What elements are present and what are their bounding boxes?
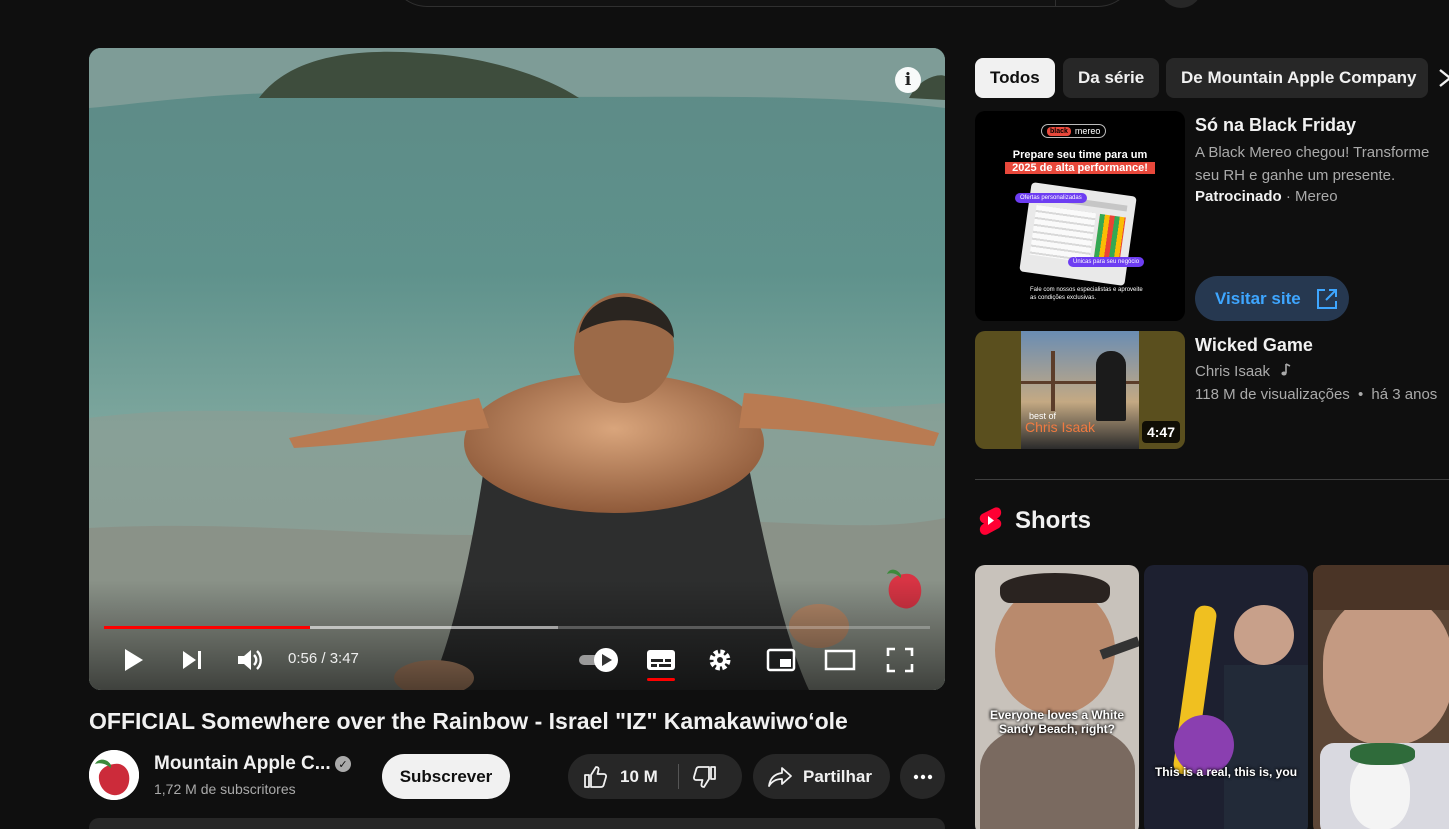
shorts-header: Shorts [977,506,1091,536]
ad-meta: Patrocinado · Mereo [1195,188,1338,205]
album-big-text: Chris Isaak [1025,419,1096,435]
short-caption: This is a real, this is, you [1154,765,1298,779]
shorts-title: Shorts [1015,507,1092,534]
info-icon[interactable]: i [895,67,921,93]
captions-icon [647,650,675,670]
video-title: OFFICIAL Somewhere over the Rainbow - Is… [89,708,848,734]
dislike-button[interactable] [692,754,718,799]
short-thumbnail-image [995,585,1115,715]
like-separator [678,764,679,789]
theater-button[interactable] [822,643,858,677]
recommended-channel-name: Chris Isaak [1195,363,1271,380]
shorts-logo-icon [979,507,1002,535]
ad-footer: Fale com nossos especialistas e aproveit… [1030,287,1143,301]
subscribe-button[interactable]: Subscrever [382,754,510,799]
description-box[interactable] [89,818,945,829]
fullscreen-button[interactable] [882,643,918,677]
miniplayer-button[interactable] [763,643,799,677]
ad-brand-badge: black [1047,126,1071,136]
ad-headline-2: 2025 de alta performance! [1005,162,1155,174]
ad-thumbnail[interactable]: black mereo Prepare seu time para um 202… [975,111,1185,321]
play-icon [125,649,143,671]
like-button[interactable]: 10 M [582,754,658,799]
time-display: 0:56 / 3:47 [288,650,359,667]
ad-title[interactable]: Só na Black Friday [1195,115,1356,136]
video-player[interactable]: i 0:56 / 3:47 [89,48,945,690]
chip-series[interactable]: Da série [1063,58,1160,98]
visit-site-button[interactable]: Visitar site [1195,276,1349,321]
ad-description: A Black Mereo chegou! Transforme seu RH … [1195,144,1430,184]
chevron-right-icon[interactable] [1436,66,1449,90]
like-dislike-group: 10 M [568,754,742,799]
progress-bar[interactable] [104,626,930,629]
short-card[interactable]: This is a real, this is, you [1144,565,1308,829]
section-divider [975,479,1449,480]
short-card[interactable]: Everyone loves a White Sandy Beach, righ… [975,565,1139,829]
recommended-title[interactable]: Wicked Game [1195,335,1313,356]
next-button[interactable] [174,643,210,677]
thumbs-up-icon [584,765,608,788]
autoplay-toggle[interactable] [575,643,623,677]
share-icon [768,766,792,787]
album-cover-image: best of Chris Isaak [1021,331,1139,449]
advertiser-name: Mereo [1295,188,1338,205]
volume-icon [238,650,262,670]
autoplay-toggle-icon [579,648,618,672]
short-thumbnail-image [1234,605,1294,665]
avatar[interactable] [89,750,139,800]
ad-brand: mereo [1074,126,1101,136]
controls-gradient [89,580,945,690]
channel-name[interactable]: Mountain Apple C... [154,753,331,775]
recommended-channel: Chris Isaak [1195,363,1292,380]
volume-button[interactable] [232,643,268,677]
theater-icon [824,649,856,671]
like-count: 10 M [620,766,658,786]
external-link-icon [1316,288,1337,309]
ad-tag-1: Ofertas personalizadas [1015,193,1087,203]
share-button[interactable]: Partilhar [753,754,890,799]
subscriber-count: 1,72 M de subscritores [154,781,296,797]
video-thumbnail[interactable]: best of Chris Isaak 4:47 [975,331,1185,449]
music-note-icon [1281,363,1291,376]
short-card[interactable] [1313,565,1449,829]
captions-button[interactable] [643,643,679,677]
more-horizontal-icon [913,774,932,779]
chip-all[interactable]: Todos [975,58,1055,98]
search-divider [1055,0,1056,7]
ad-tag-2: Únicas para seu negócio [1068,257,1145,267]
gear-icon [709,649,731,671]
captions-active-indicator [647,678,675,681]
more-actions-button[interactable] [900,754,945,799]
recommended-views: 118 M de visualizações [1195,386,1350,403]
play-button[interactable] [115,643,151,677]
chip-channel[interactable]: De Mountain Apple Company [1166,58,1428,98]
share-label: Partilhar [803,766,872,786]
progress-played [104,626,310,629]
recommended-stats: 118 M de visualizações • há 3 anos [1195,386,1438,403]
duration-badge: 4:47 [1141,421,1180,443]
short-caption: Everyone loves a White Sandy Beach, righ… [989,708,1125,736]
mountain-apple-logo-icon [89,750,139,800]
miniplayer-icon [766,648,796,672]
search-bar[interactable] [390,0,1135,7]
sponsored-label: Patrocinado [1195,188,1282,205]
ad-headline-1: Prepare seu time para um [1012,149,1148,161]
settings-button[interactable] [702,643,738,677]
voice-search-button[interactable] [1160,0,1202,8]
thumbs-down-icon [692,765,716,788]
short-inset-image [1320,743,1449,829]
short-thumbnail-image [1323,595,1449,745]
visit-site-label: Visitar site [1215,288,1301,308]
fullscreen-icon [886,647,914,673]
verified-icon: ✓ [335,756,351,772]
recommended-age: há 3 anos [1371,386,1438,403]
next-icon [183,651,201,669]
